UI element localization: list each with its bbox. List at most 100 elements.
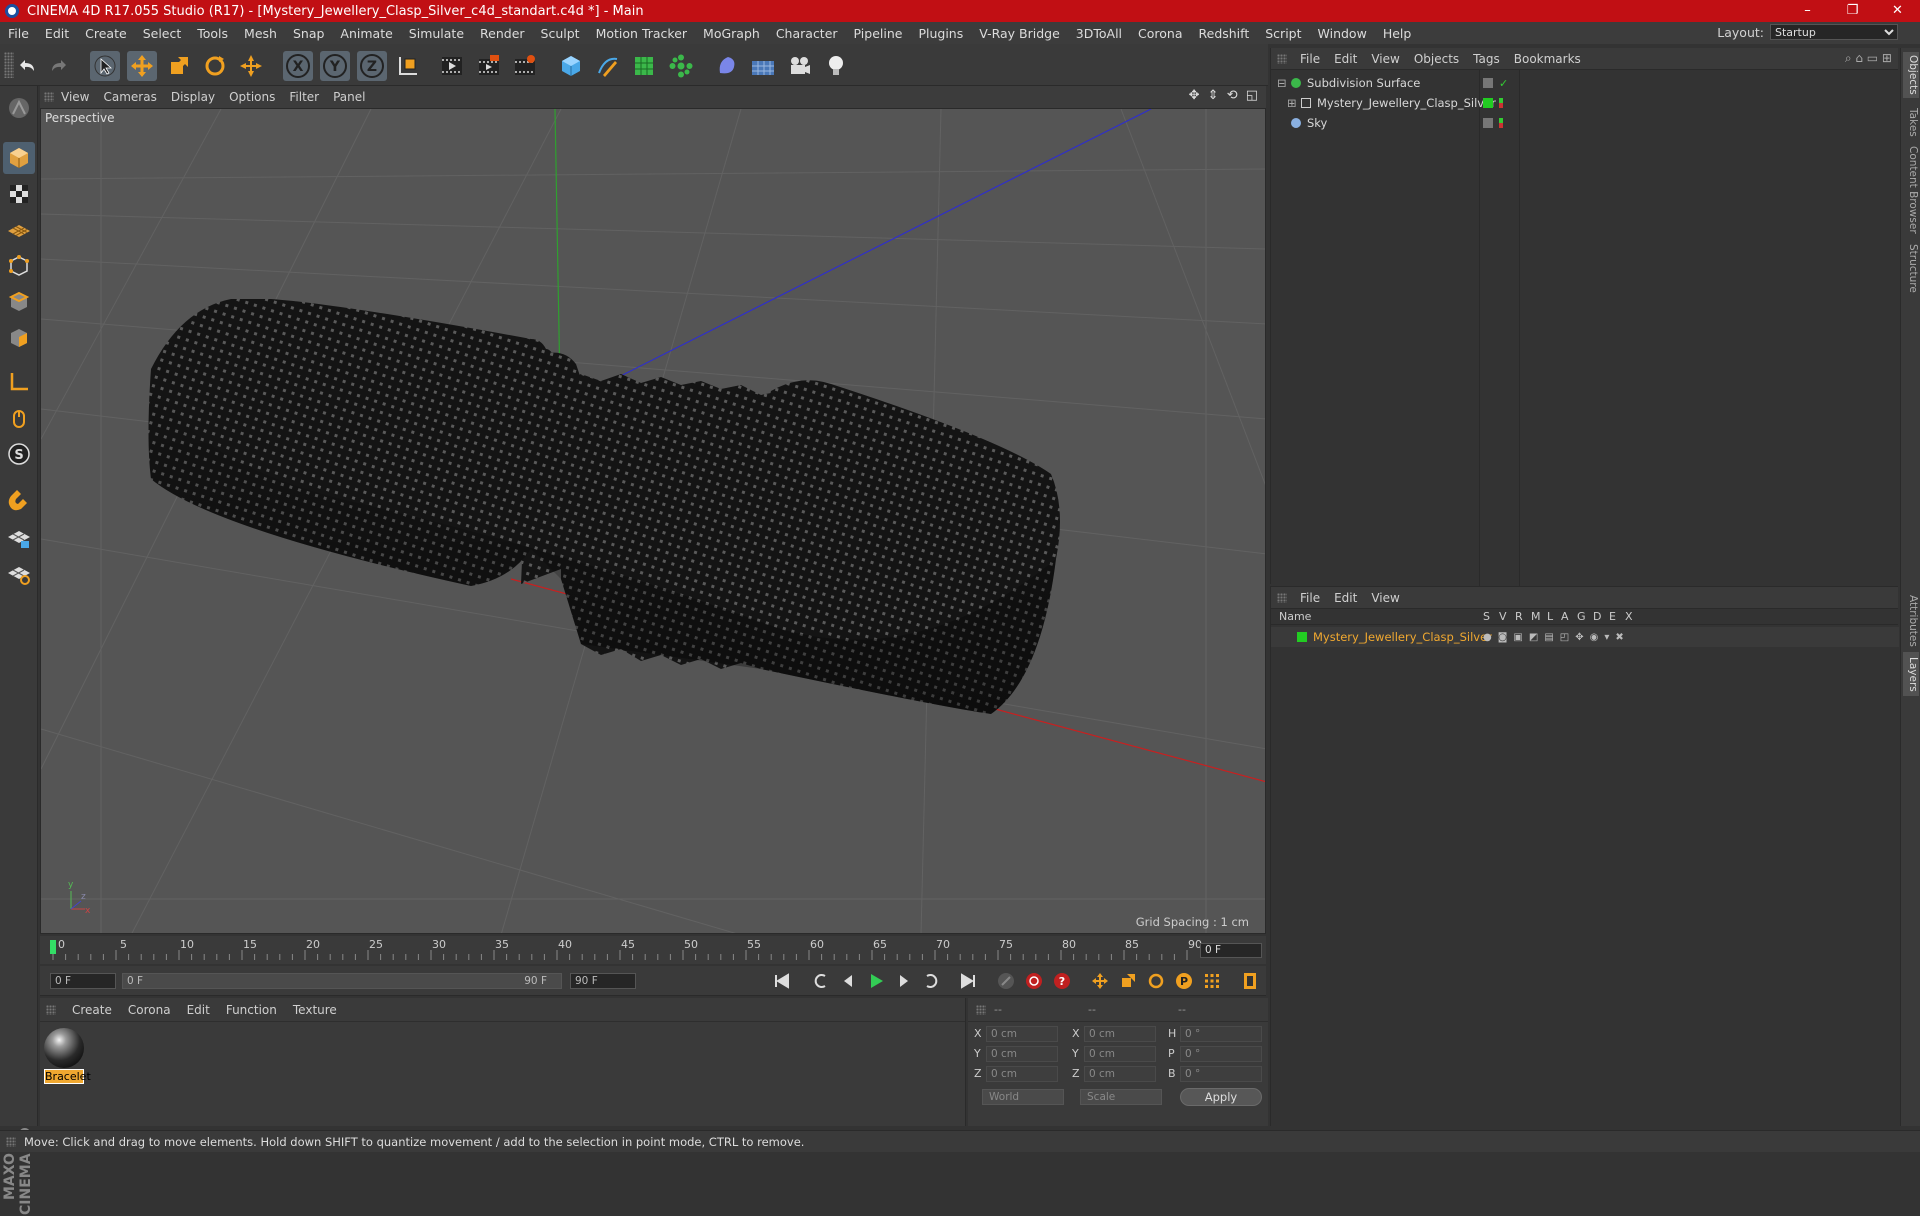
record-active-objects-button[interactable] (1022, 969, 1046, 993)
size-mode-dropdown[interactable]: Scale (1080, 1089, 1162, 1105)
floor-button[interactable] (748, 51, 778, 81)
render-view-button[interactable] (437, 51, 467, 81)
object-menu-bookmarks[interactable]: Bookmarks (1507, 52, 1588, 66)
undo-button[interactable] (12, 51, 42, 81)
end-frame-field[interactable]: 90 F (570, 973, 636, 989)
coordinate-space-dropdown[interactable]: World (982, 1089, 1064, 1105)
menu-window[interactable]: Window (1310, 26, 1375, 41)
material-menu-corona[interactable]: Corona (120, 1003, 179, 1017)
enabled-check-icon[interactable]: ✓ (1499, 77, 1508, 90)
redo-button[interactable] (44, 51, 74, 81)
solo-mode-button[interactable]: S (3, 438, 35, 470)
render-picture-viewer-button[interactable] (474, 51, 504, 81)
visibility-dots-icon[interactable] (1499, 118, 1503, 128)
viewport-menu-panel[interactable]: Panel (326, 90, 372, 104)
layer-color-swatch[interactable] (1297, 632, 1307, 642)
menu-file[interactable]: File (0, 26, 37, 41)
live-select-button[interactable] (236, 51, 266, 81)
timeline-button[interactable] (1238, 969, 1262, 993)
timeline-ruler[interactable]: 0 5 10 15 20 25 30 35 40 45 50 55 60 65 … (40, 936, 1266, 964)
object-menu-objects[interactable]: Objects (1407, 52, 1466, 66)
viewport-menu-filter[interactable]: Filter (282, 90, 326, 104)
visibility-dots-icon[interactable] (1499, 98, 1503, 108)
cube-button[interactable] (556, 51, 586, 81)
key-point-level-button[interactable] (1200, 969, 1224, 993)
viewport-menu-view[interactable]: View (54, 90, 96, 104)
layout-dropdown[interactable]: Startup (1770, 24, 1898, 40)
menu-animate[interactable]: Animate (332, 26, 400, 41)
key-scale-button[interactable] (1116, 969, 1140, 993)
pos-y-field[interactable]: 0 cm (986, 1046, 1058, 1062)
go-to-end-button[interactable] (956, 969, 980, 993)
move-tool-button[interactable] (127, 51, 157, 81)
lock-workplane-button[interactable] (3, 522, 35, 554)
axis-mode-button[interactable] (3, 366, 35, 398)
object-menu-tags[interactable]: Tags (1466, 52, 1507, 66)
minimize-button[interactable]: – (1785, 0, 1830, 22)
perspective-viewport[interactable]: y z x Perspective Grid Spacing : 1 cm (40, 108, 1266, 934)
viewport-navigation-icons[interactable]: ✥ ⇕ ⟲ ◱ (1189, 88, 1260, 103)
edges-mode-button[interactable] (3, 286, 35, 318)
key-rotation-button[interactable] (1144, 969, 1168, 993)
editor-visibility-icon[interactable] (1483, 78, 1493, 88)
texture-mode-button[interactable] (3, 178, 35, 210)
previous-frame-button[interactable] (836, 969, 860, 993)
object-menu-edit[interactable]: Edit (1327, 52, 1364, 66)
material-menu-function[interactable]: Function (218, 1003, 285, 1017)
layer-row[interactable]: Mystery_Jewellery_Clasp_Silver ●◙▣◩▤◰✥◉▾… (1271, 627, 1899, 647)
menu-redshift[interactable]: Redshift (1191, 26, 1258, 41)
rot-b-field[interactable]: 0 ° (1180, 1066, 1262, 1082)
menu-edit[interactable]: Edit (37, 26, 77, 41)
rot-h-field[interactable]: 0 ° (1180, 1026, 1262, 1042)
layer-menu-file[interactable]: File (1293, 591, 1327, 605)
menu-pipeline[interactable]: Pipeline (846, 26, 911, 41)
menu-mesh[interactable]: Mesh (236, 26, 285, 41)
frame-range-slider[interactable]: 0 F 90 F (122, 973, 562, 989)
object-row[interactable]: ⊞ Mystery_Jewellery_Clasp_Silver (1271, 93, 1899, 113)
select-tool-button[interactable] (90, 51, 120, 81)
points-mode-button[interactable] (3, 250, 35, 282)
viewport-menu-options[interactable]: Options (222, 90, 282, 104)
play-button[interactable] (864, 969, 888, 993)
material-swatch[interactable]: Bracelet (44, 1028, 91, 1084)
workplane-mode-button[interactable] (3, 214, 35, 246)
object-manager-search-icon[interactable]: ⌕ ⌂ ▭ ⊞ (1845, 51, 1892, 66)
snap-magnet-button[interactable] (3, 484, 35, 516)
light-button[interactable] (821, 51, 851, 81)
viewport-menu-cameras[interactable]: Cameras (96, 90, 163, 104)
tab-content-browser[interactable]: Content Browser (1903, 146, 1919, 234)
planar-workplane-button[interactable] (3, 558, 35, 590)
polygons-mode-button[interactable] (3, 322, 35, 354)
previous-key-button[interactable] (808, 969, 832, 993)
material-menu-texture[interactable]: Texture (285, 1003, 345, 1017)
key-parameter-button[interactable]: P (1172, 969, 1196, 993)
pos-z-field[interactable]: 0 cm (986, 1066, 1058, 1082)
menu-tools[interactable]: Tools (189, 26, 236, 41)
subdivision-button[interactable] (629, 51, 659, 81)
deformer-button[interactable] (712, 51, 742, 81)
tab-layers[interactable]: Layers (1903, 652, 1919, 696)
layer-toggle-icons[interactable]: ●◙▣◩▤◰✥◉▾✖ (1483, 632, 1630, 643)
layer-color-icon[interactable] (1483, 98, 1493, 108)
menu-vray-bridge[interactable]: V-Ray Bridge (971, 26, 1068, 41)
model-mode-button[interactable] (3, 142, 35, 174)
size-y-field[interactable]: 0 cm (1084, 1046, 1156, 1062)
make-editable-button[interactable] (3, 92, 35, 124)
rot-p-field[interactable]: 0 ° (1180, 1046, 1262, 1062)
menu-corona[interactable]: Corona (1130, 26, 1190, 41)
object-menu-view[interactable]: View (1364, 52, 1406, 66)
tab-objects[interactable]: Objects (1903, 52, 1919, 98)
rotate-tool-button[interactable] (200, 51, 230, 81)
array-button[interactable] (666, 51, 696, 81)
next-key-button[interactable] (920, 969, 944, 993)
go-to-start-button[interactable] (770, 969, 794, 993)
menu-script[interactable]: Script (1257, 26, 1309, 41)
menu-create[interactable]: Create (77, 26, 135, 41)
playhead-marker[interactable] (50, 940, 56, 954)
menu-character[interactable]: Character (768, 26, 846, 41)
layer-menu-view[interactable]: View (1364, 591, 1406, 605)
viewport-menu-display[interactable]: Display (164, 90, 222, 104)
scale-tool-button[interactable] (164, 51, 194, 81)
menu-mograph[interactable]: MoGraph (695, 26, 768, 41)
close-button[interactable]: ✕ (1875, 0, 1920, 22)
